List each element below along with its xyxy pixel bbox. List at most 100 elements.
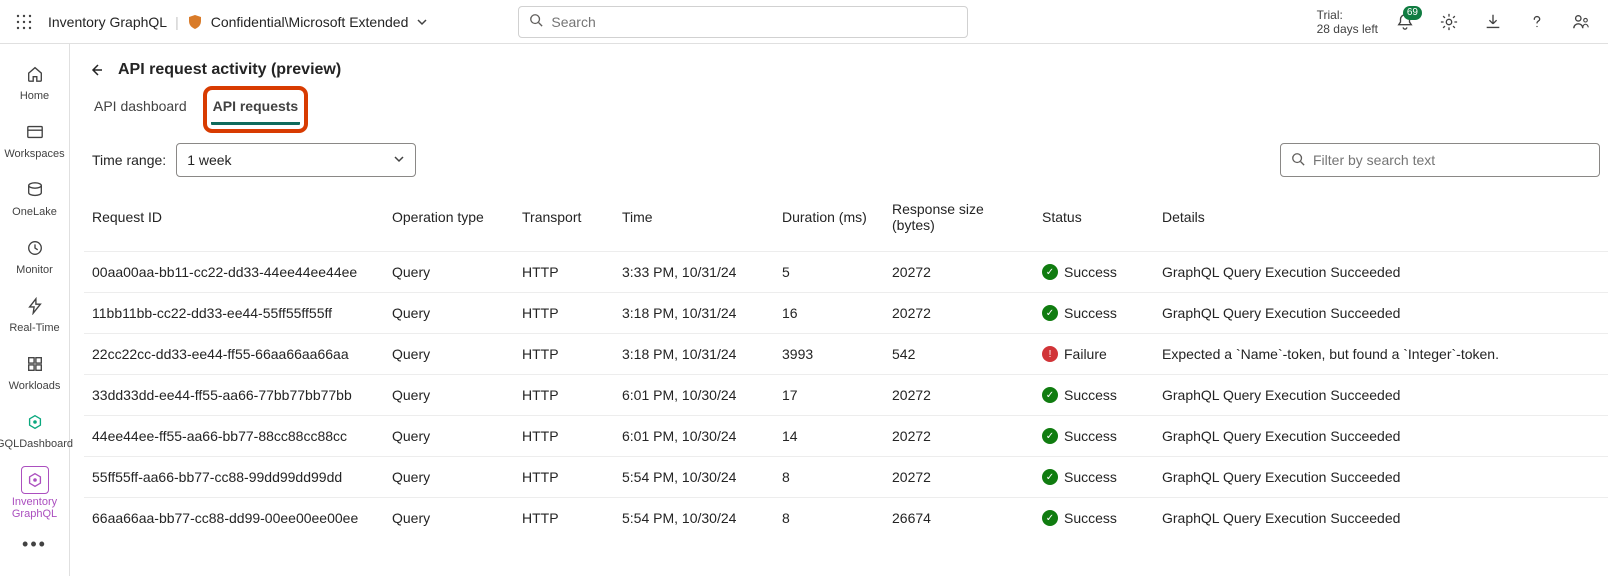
cell-response-size: 20272 [884, 252, 1034, 293]
back-button[interactable] [84, 58, 108, 82]
cell-time: 6:01 PM, 10/30/24 [614, 416, 774, 457]
cell-status: ✓Success [1034, 416, 1154, 457]
cell-request-id: 00aa00aa-bb11-cc22-dd33-44ee44ee44ee [84, 252, 384, 293]
cell-request-id: 22cc22cc-dd33-ee44-ff55-66aa66aa66aa [84, 334, 384, 375]
cell-details: GraphQL Query Execution Succeeded [1154, 293, 1608, 334]
status-text: Success [1064, 305, 1117, 321]
breadcrumb-item[interactable]: Inventory GraphQL [48, 14, 167, 30]
cell-status: ✓Success [1034, 457, 1154, 498]
col-response-size[interactable]: Response size (bytes) [884, 191, 1034, 252]
status-text: Success [1064, 510, 1117, 526]
status-text: Failure [1064, 346, 1107, 362]
cell-time: 5:54 PM, 10/30/24 [614, 457, 774, 498]
main-content: API request activity (preview) API dashb… [70, 44, 1608, 576]
trial-info: Trial: 28 days left [1317, 8, 1378, 36]
table-header-row: Request ID Operation type Transport Time… [84, 191, 1608, 252]
cell-time: 3:33 PM, 10/31/24 [614, 252, 774, 293]
cell-time: 5:54 PM, 10/30/24 [614, 498, 774, 539]
col-details[interactable]: Details [1154, 191, 1608, 252]
cell-details: GraphQL Query Execution Succeeded [1154, 416, 1608, 457]
rail-label: Inventory GraphQL [5, 496, 65, 520]
table-row[interactable]: 44ee44ee-ff55-aa66-bb77-88cc88cc88ccQuer… [84, 416, 1608, 457]
status-text: Success [1064, 264, 1117, 280]
status-text: Success [1064, 387, 1117, 403]
cell-duration: 14 [774, 416, 884, 457]
cell-details: Expected a `Name`-token, but found a `In… [1154, 334, 1608, 375]
col-status[interactable]: Status [1034, 191, 1154, 252]
time-range-label: Time range: [92, 152, 166, 168]
cell-details: GraphQL Query Execution Succeeded [1154, 457, 1608, 498]
account-button[interactable] [1564, 5, 1598, 39]
rail-label: OneLake [12, 206, 57, 218]
table-row[interactable]: 00aa00aa-bb11-cc22-dd33-44ee44ee44eeQuer… [84, 252, 1608, 293]
time-range-select[interactable]: 1 week [176, 143, 416, 177]
table-row[interactable]: 55ff55ff-aa66-bb77-cc88-99dd99dd99ddQuer… [84, 457, 1608, 498]
breadcrumb-divider: | [175, 14, 179, 30]
col-duration[interactable]: Duration (ms) [774, 191, 884, 252]
rail-onelake[interactable]: OneLake [5, 170, 65, 224]
notification-badge: 69 [1403, 6, 1422, 20]
sensitivity-label[interactable]: Confidential\Microsoft Extended [211, 14, 409, 30]
cell-duration: 16 [774, 293, 884, 334]
app-launcher-icon[interactable] [10, 8, 38, 36]
page-header: API request activity (preview) [84, 58, 1608, 82]
col-transport[interactable]: Transport [514, 191, 614, 252]
table-row[interactable]: 33dd33dd-ee44-ff55-aa66-77bb77bb77bbQuer… [84, 375, 1608, 416]
table-row[interactable]: 22cc22cc-dd33-ee44-ff55-66aa66aa66aaQuer… [84, 334, 1608, 375]
cell-status: ✓ Success [1034, 375, 1154, 416]
page-title: API request activity (preview) [118, 61, 341, 79]
rail-label: GQLDashboard [0, 438, 73, 450]
cell-duration: 3993 [774, 334, 884, 375]
rail-home[interactable]: Home [5, 54, 65, 108]
cell-transport: HTTP [514, 457, 614, 498]
cell-details: GraphQL Query Execution Succeeded [1154, 252, 1608, 293]
filter-input[interactable] [1313, 152, 1589, 168]
requests-table: Request ID Operation type Transport Time… [84, 191, 1608, 538]
cell-operation-type: Query [384, 293, 514, 334]
rail-label: Monitor [16, 264, 53, 276]
col-request-id[interactable]: Request ID [84, 191, 384, 252]
settings-button[interactable] [1432, 5, 1466, 39]
tab-api-dashboard[interactable]: API dashboard [92, 94, 189, 125]
cell-transport: HTTP [514, 498, 614, 539]
cell-status: !Failure [1034, 334, 1154, 375]
check-icon: ✓ [1042, 305, 1058, 321]
help-button[interactable] [1520, 5, 1554, 39]
rail-workspaces[interactable]: Workspaces [5, 112, 65, 166]
download-button[interactable] [1476, 5, 1510, 39]
rail-monitor[interactable]: Monitor [5, 228, 65, 282]
filter-box[interactable] [1280, 143, 1600, 177]
col-time[interactable]: Time [614, 191, 774, 252]
rail-realtime[interactable]: Real-Time [5, 286, 65, 340]
chevron-down-icon[interactable] [416, 16, 428, 28]
rail-more-button[interactable]: ••• [22, 534, 47, 555]
dashboard-icon [21, 408, 49, 436]
check-icon: ✓ [1042, 510, 1058, 526]
cell-time: 3:18 PM, 10/31/24 [614, 334, 774, 375]
check-icon: ✓ [1042, 387, 1058, 403]
rail-inventory-graphql[interactable]: Inventory GraphQL [5, 460, 65, 526]
rail-workloads[interactable]: Workloads [5, 344, 65, 398]
search-wrap [518, 6, 968, 38]
cell-operation-type: Query [384, 375, 514, 416]
table-row[interactable]: 66aa66aa-bb77-cc88-dd99-00ee00ee00eeQuer… [84, 498, 1608, 539]
rail-label: Workspaces [4, 148, 64, 160]
notifications-button[interactable]: 69 [1388, 5, 1422, 39]
rail-label: Real-Time [9, 322, 59, 334]
check-icon: ✓ [1042, 264, 1058, 280]
tab-api-requests[interactable]: API requests [211, 94, 301, 125]
cell-duration: 8 [774, 498, 884, 539]
rail-gqldashboard[interactable]: GQLDashboard [5, 402, 65, 456]
global-search[interactable] [518, 6, 968, 38]
cell-duration: 8 [774, 457, 884, 498]
cell-transport: HTTP [514, 334, 614, 375]
cell-details: GraphQL Query Execution Succeeded [1154, 375, 1608, 416]
cell-response-size: 20272 [884, 375, 1034, 416]
search-input[interactable] [551, 14, 957, 30]
col-operation-type[interactable]: Operation type [384, 191, 514, 252]
table-row[interactable]: 11bb11bb-cc22-dd33-ee44-55ff55ff55ffQuer… [84, 293, 1608, 334]
cell-response-size: 20272 [884, 416, 1034, 457]
cell-status: ✓ Success [1034, 252, 1154, 293]
cell-response-size: 26674 [884, 498, 1034, 539]
cell-request-id: 33dd33dd-ee44-ff55-aa66-77bb77bb77bb [84, 375, 384, 416]
